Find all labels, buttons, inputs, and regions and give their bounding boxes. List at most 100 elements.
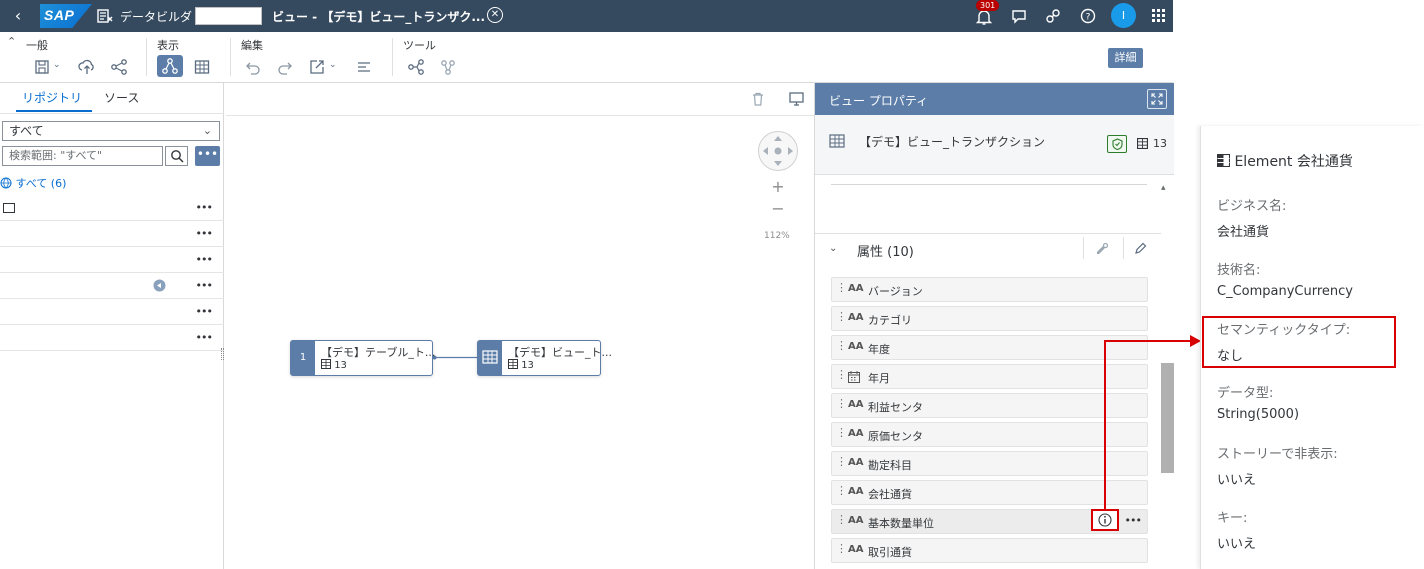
view-icon: [829, 134, 845, 148]
row-menu-button[interactable]: •••: [196, 331, 213, 344]
row-menu-button[interactable]: •••: [196, 253, 213, 266]
align-icon[interactable]: [355, 58, 373, 76]
share-icon[interactable]: [110, 58, 128, 76]
attribute-row[interactable]: ⋮ AA 取引通貨: [831, 538, 1148, 563]
undo-icon[interactable]: [244, 58, 262, 76]
details-button[interactable]: 詳細: [1108, 48, 1143, 68]
node-column-count: 13: [321, 359, 347, 371]
text-type-icon: AA: [848, 428, 864, 439]
chevron-down-icon: ⌄: [202, 124, 212, 137]
toolbar-separator: [392, 38, 393, 76]
diagram-canvas[interactable]: + − 112% 1 【デモ】テーブル_ト... 13 【デモ】ビュー_ト...: [226, 83, 814, 569]
row-menu-button[interactable]: •••: [1125, 514, 1142, 527]
tab-repository[interactable]: リポジトリ: [22, 89, 82, 106]
row-menu-button[interactable]: •••: [196, 279, 213, 292]
link-icon[interactable]: [1045, 8, 1061, 24]
list-item[interactable]: •••: [0, 221, 224, 247]
search-button[interactable]: [165, 146, 188, 166]
data-flow-icon[interactable]: [439, 58, 457, 76]
expand-panel-button[interactable]: [1147, 89, 1167, 109]
drag-handle-icon[interactable]: ⋮: [836, 339, 847, 352]
attribute-row[interactable]: ⋮ AA バージョン: [831, 277, 1148, 302]
delete-icon[interactable]: [751, 92, 765, 106]
attribute-row[interactable]: ⋮ AA 会社通貨: [831, 480, 1148, 505]
pan-control[interactable]: [758, 131, 798, 171]
drag-handle-icon[interactable]: ⋮: [836, 397, 847, 410]
list-item[interactable]: •••: [0, 273, 224, 299]
list-item[interactable]: •••: [0, 195, 224, 221]
tab-sources[interactable]: ソース: [104, 89, 139, 106]
search-input[interactable]: 検索範囲: "すべて": [2, 146, 163, 166]
collapse-toolbar-icon[interactable]: ⌃: [7, 35, 16, 48]
field-value: いいえ: [1217, 473, 1257, 488]
drag-handle-icon[interactable]: ⋮: [836, 542, 847, 555]
table-view-icon[interactable]: [193, 58, 211, 76]
drag-handle-icon[interactable]: ⋮: [836, 455, 847, 468]
node-count-value: 13: [521, 360, 534, 371]
info-button-highlight[interactable]: [1091, 509, 1119, 531]
list-item[interactable]: •••: [0, 247, 224, 273]
drag-handle-icon[interactable]: ⋮: [836, 513, 847, 526]
list-item[interactable]: •••: [0, 299, 224, 325]
drag-handle-icon[interactable]: ⋮: [836, 484, 847, 497]
list-item[interactable]: •••: [0, 325, 224, 351]
deploy-icon[interactable]: [78, 58, 96, 76]
node-count-value: 13: [334, 360, 347, 371]
product-switch-icon[interactable]: [1152, 9, 1165, 22]
output-view-node[interactable]: 【デモ】ビュー_ト... 13: [477, 340, 612, 376]
repository-panel: リポジトリ ソース すべて ⌄ 検索範囲: "すべて" ••• すべて (6) …: [0, 83, 224, 569]
filter-select[interactable]: すべて ⌄: [2, 121, 220, 141]
attribute-row[interactable]: ⋮ 年月: [831, 364, 1148, 389]
drag-handle-icon[interactable]: ⋮: [836, 426, 847, 439]
edit-icon[interactable]: [1134, 242, 1147, 255]
save-dropdown-icon[interactable]: ⌄: [53, 60, 61, 70]
shared-icon: [153, 279, 166, 292]
toolbar-separator: [230, 38, 231, 76]
shell-bar: ‹ SAP データビルダ ビュー - 【デモ】ビュー_トランザク... ✕ 30…: [0, 0, 1173, 32]
node-index: 1: [291, 341, 315, 375]
attribute-row[interactable]: ⋮ AA 年度: [831, 335, 1148, 360]
drag-handle-icon[interactable]: ⋮: [836, 368, 847, 381]
attribute-row[interactable]: ⋮ AA 原価センタ: [831, 422, 1148, 447]
save-icon[interactable]: [33, 58, 51, 76]
scroll-up-icon[interactable]: ▴: [1161, 183, 1166, 193]
row-menu-button[interactable]: •••: [196, 201, 213, 214]
sap-logo[interactable]: SAP: [40, 4, 92, 28]
attribute-settings-icon[interactable]: [1095, 242, 1109, 256]
attribute-row[interactable]: ⋮ AA カテゴリ: [831, 306, 1148, 331]
row-menu-button[interactable]: •••: [196, 227, 213, 240]
source-table-node[interactable]: 1 【デモ】テーブル_ト... 13: [290, 340, 435, 376]
feedback-icon[interactable]: [1011, 8, 1027, 24]
more-options-button[interactable]: •••: [195, 146, 220, 166]
drag-handle-icon[interactable]: ⋮: [836, 310, 847, 323]
toolbar-separator: [1083, 237, 1084, 259]
all-objects-node[interactable]: すべて (6): [0, 175, 66, 191]
field-label: ストーリーで非表示:: [1217, 447, 1338, 462]
attribute-row[interactable]: ⋮ AA 利益センタ: [831, 393, 1148, 418]
scrollbar-thumb[interactable]: [1161, 363, 1174, 473]
group-general-label: 一般: [26, 39, 48, 52]
back-icon[interactable]: ‹: [8, 6, 28, 26]
attribute-label: カテゴリ: [868, 314, 912, 327]
close-tab-icon[interactable]: ✕: [487, 7, 503, 23]
zoom-out-button[interactable]: −: [769, 201, 787, 219]
notification-badge: 301: [976, 0, 1000, 11]
row-menu-button[interactable]: •••: [196, 305, 213, 318]
drag-handle-icon[interactable]: ⋮: [836, 281, 847, 294]
export-dropdown-icon[interactable]: ⌄: [329, 60, 337, 70]
redo-icon[interactable]: [276, 58, 294, 76]
status-badge: [1107, 135, 1127, 153]
avatar[interactable]: I: [1111, 3, 1136, 28]
impact-lineage-icon[interactable]: [407, 58, 425, 76]
export-icon[interactable]: [308, 58, 326, 76]
zoom-in-button[interactable]: +: [769, 179, 787, 197]
space-selector[interactable]: [195, 7, 262, 25]
help-icon[interactable]: ?: [1080, 8, 1096, 24]
text-type-icon: AA: [848, 457, 864, 468]
toolbar: ⌃ 一般 ⌄ 表示 編集 ⌄ ツール 詳細: [0, 32, 1173, 83]
attribute-row[interactable]: ⋮ AA 勘定科目: [831, 451, 1148, 476]
panel-resize-handle[interactable]: [221, 348, 224, 360]
preview-icon[interactable]: [789, 92, 804, 106]
diagram-view-button[interactable]: [157, 55, 183, 77]
chevron-down-icon[interactable]: ⌄: [829, 243, 837, 254]
